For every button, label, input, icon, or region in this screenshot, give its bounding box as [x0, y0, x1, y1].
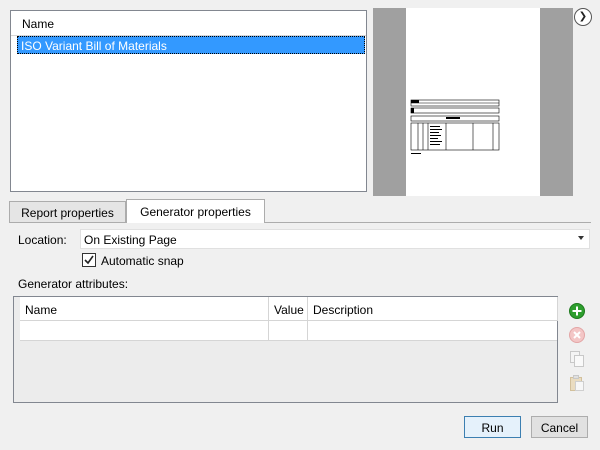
copy-icon	[570, 351, 584, 367]
column-header-value[interactable]: Value	[269, 297, 308, 321]
checkmark-icon	[84, 255, 94, 265]
add-icon	[569, 303, 585, 319]
add-attribute-button[interactable]	[568, 302, 586, 320]
expand-preview-button[interactable]: ❯	[574, 8, 592, 26]
copy-attribute-button[interactable]	[568, 350, 586, 368]
remove-icon	[569, 327, 585, 343]
report-list-name-header[interactable]: Name	[11, 11, 366, 36]
table-row[interactable]	[20, 321, 557, 341]
location-value: On Existing Page	[84, 233, 177, 247]
cancel-button[interactable]: Cancel	[531, 416, 588, 438]
tab-report-properties[interactable]: Report properties	[9, 201, 126, 223]
paste-attribute-button[interactable]	[568, 374, 586, 392]
value-cell[interactable]	[269, 321, 308, 340]
preview-page	[406, 8, 540, 196]
tab-divider	[265, 222, 591, 223]
description-cell[interactable]	[308, 321, 558, 340]
remove-attribute-button[interactable]	[568, 326, 586, 344]
run-button[interactable]: Run	[464, 416, 521, 438]
chevron-right-icon: ❯	[578, 11, 588, 22]
attributes-table-header: Name Value Description	[20, 297, 558, 321]
chevron-down-icon	[578, 236, 584, 240]
paste-icon	[570, 375, 584, 391]
column-header-name[interactable]: Name	[20, 297, 269, 321]
tab-generator-properties[interactable]: Generator properties	[126, 199, 265, 223]
generator-attributes-label: Generator attributes:	[18, 277, 129, 291]
report-list-item[interactable]: ISO Variant Bill of Materials	[17, 36, 365, 54]
name-cell[interactable]	[20, 321, 269, 340]
automatic-snap-label[interactable]: Automatic snap	[101, 254, 184, 268]
column-header-description[interactable]: Description	[308, 297, 558, 321]
location-label: Location:	[18, 233, 67, 247]
report-preview	[373, 8, 573, 196]
generator-attributes-table[interactable]: Name Value Description	[13, 296, 558, 403]
preview-thumbnail-graphic	[410, 99, 500, 154]
automatic-snap-checkbox[interactable]	[82, 253, 96, 267]
report-list[interactable]: Name ISO Variant Bill of Materials	[10, 10, 367, 192]
location-select[interactable]: On Existing Page	[80, 229, 590, 249]
